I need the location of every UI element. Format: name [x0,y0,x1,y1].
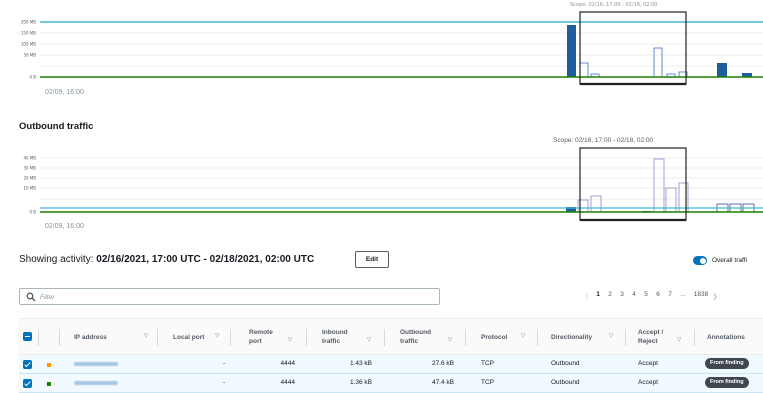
page-last-button[interactable]: 1838 [690,291,712,303]
outbound-traffic-title: Outbound traffic [19,121,94,132]
outbound-bar [653,158,665,213]
col-header-protocol[interactable]: Protocol [481,333,507,342]
outbound-scope-brush [579,147,687,221]
overall-traffic-toggle[interactable] [693,256,707,265]
inbound-scope-brush [579,11,687,85]
remote-port-cell: 4444 [280,379,295,386]
series-color-swatch [47,362,51,367]
sort-icon[interactable]: ▽ [367,337,371,343]
col-header-accept-reject[interactable]: Accept / Reject [638,328,663,346]
page-6-button[interactable]: 6 [652,291,664,303]
col-header-annotations: Annotations [707,334,745,341]
sort-icon[interactable]: ▽ [448,337,452,343]
remote-port-cell: 4444 [280,360,295,367]
inbound-ytick: 100 MB [21,42,36,47]
local-port-cell: - [223,360,226,367]
col-header-outbound-traffic[interactable]: Outbound traffic [400,328,431,346]
outbound-chart-svg: 40 MB 30 MB 20 MB 10 MB 0 B [23,147,763,222]
series-color-swatch [47,381,51,386]
row-checkbox[interactable] [23,360,32,369]
directionality-cell: Outbound [551,360,580,367]
sort-icon[interactable]: ▽ [144,333,148,339]
outbound-ytick: 0 B [29,210,36,215]
outbound-scope-label: Scope: 02/16, 17:00 - 02/18, 02:00 [553,137,654,144]
prev-page-button[interactable]: 〈 [578,291,592,303]
inbound-chart-svg: Scope: 02/16, 17:00 - 02/18, 02:00 200 M… [21,2,763,86]
page-2-button[interactable]: 2 [604,291,616,303]
row-checkbox[interactable] [23,379,32,388]
table-header: IP address ▽ Local port ▽ Remote port ▽ I… [19,318,763,355]
inbound-bar [653,47,663,78]
sort-icon[interactable]: ▽ [609,333,613,339]
inbound-ytick: 0 B [29,75,36,80]
ip-address-redacted [74,362,118,366]
page-7-button[interactable]: 7 [664,291,676,303]
edit-range-button[interactable]: Edit [355,251,389,268]
outbound-traffic-cell: 27.6 kB [431,360,454,367]
protocol-cell: TCP [481,360,494,367]
accept-reject-cell: Accept [638,360,658,367]
col-header-directionality[interactable]: Directionality [551,333,592,342]
overall-traffic-label: Overall traffi [712,257,747,264]
page-5-button[interactable]: 5 [640,291,652,303]
inbound-traffic-cell: 1.36 kB [349,379,372,386]
showing-activity-text: Showing activity: 02/16/2021, 17:00 UTC … [19,254,314,265]
table-row[interactable]: - 4444 1.36 kB 47.4 kB TCP Outbound Acce… [19,374,763,393]
col-header-remote-port[interactable]: Remote port [249,328,273,346]
filter-box[interactable] [19,288,440,305]
outbound-traffic-chart: 40 MB 30 MB 20 MB 10 MB 0 B 02/09, 16:00 [0,145,763,235]
pagination: 〈 1 2 3 4 5 6 7 ... 1838 〉 [578,291,722,303]
outbound-ytick: 10 MB [23,186,36,191]
outbound-ytick: 40 MB [23,156,36,161]
inbound-bar [579,62,589,78]
activity-prefix: Showing activity: [19,254,94,265]
page-1-button[interactable]: 1 [592,291,604,303]
annotation-badge[interactable]: From finding [705,358,749,369]
inbound-ytick: 150 MB [21,31,36,36]
activity-range: 02/16/2021, 17:00 UTC - 02/18/2021, 02:0… [96,254,315,265]
sort-icon[interactable]: ▽ [677,337,681,343]
protocol-cell: TCP [481,379,494,386]
inbound-ytick: 50 MB [23,53,36,58]
filter-input[interactable] [40,291,420,303]
inbound-ytick: 200 MB [21,20,36,25]
directionality-cell: Outbound [551,379,580,386]
outbound-x-start-label: 02/09, 16:00 [45,223,84,230]
inbound-x-start-label: 02/09, 16:00 [45,89,84,96]
col-header-ip[interactable]: IP address [74,333,107,342]
col-header-local-port[interactable]: Local port [173,333,204,342]
outbound-traffic-cell: 47.4 kB [431,379,454,386]
select-all-checkbox[interactable] [23,332,32,341]
sort-icon[interactable]: ▽ [521,333,525,339]
outbound-bar [590,195,602,213]
svg-text:Scope: 02/16, 17:00 - 02/18, 0: Scope: 02/16, 17:00 - 02/18, 02:00 [570,2,657,8]
page-3-button[interactable]: 3 [616,291,628,303]
page-4-button[interactable]: 4 [628,291,640,303]
inbound-bar [567,25,576,77]
search-icon [26,292,36,302]
inbound-traffic-chart: Scope: 02/16, 17:00 - 02/18, 02:00 200 M… [0,0,763,110]
next-page-button[interactable]: 〉 [712,291,722,303]
page-ellipsis: ... [680,291,686,298]
accept-reject-cell: Accept [638,379,658,386]
table-row[interactable]: - 4444 1.43 kB 27.6 kB TCP Outbound Acce… [19,355,763,374]
ip-address-redacted [74,381,118,385]
inbound-bar [717,63,727,77]
inbound-traffic-cell: 1.43 kB [349,360,372,367]
annotation-badge[interactable]: From finding [705,377,749,388]
sort-icon[interactable]: ▽ [288,337,292,343]
local-port-cell: - [223,379,226,386]
col-header-inbound-traffic[interactable]: Inbound traffic [322,328,348,346]
outbound-ytick: 30 MB [23,166,36,171]
sort-icon[interactable]: ▽ [215,333,219,339]
outbound-ytick: 20 MB [23,176,36,181]
